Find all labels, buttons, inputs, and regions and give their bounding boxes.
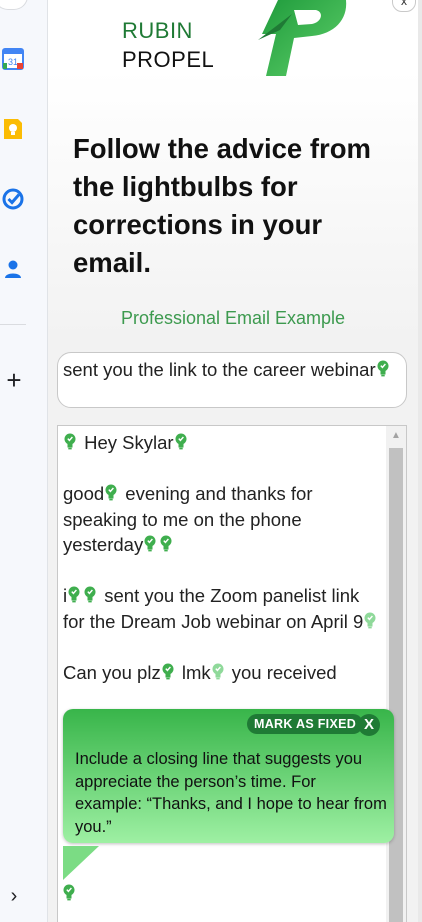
rail-divider <box>0 324 26 325</box>
closing-line-anchor <box>62 884 78 905</box>
body-scrollbar[interactable]: ▲ <box>386 426 406 922</box>
add-addon-icon[interactable]: + <box>2 366 26 394</box>
email-text-segment: i <box>63 585 68 606</box>
calendar-day-label: 31 <box>8 57 18 67</box>
subject-field[interactable]: sent you the link to the career webinar <box>57 352 407 408</box>
expand-panel-icon[interactable]: › <box>4 884 24 908</box>
close-tooltip-button[interactable]: X <box>358 714 380 736</box>
lightbulb-icon[interactable] <box>364 612 376 629</box>
scroll-thumb[interactable] <box>389 448 403 922</box>
lightbulb-icon[interactable] <box>63 884 75 901</box>
tasks-icon[interactable] <box>0 186 26 212</box>
email-text-segment: good <box>63 483 105 504</box>
email-text-segment: lmk <box>181 661 211 683</box>
suggestion-tooltip: MARK AS FIXED X Include a closing line t… <box>63 709 394 843</box>
lightbulb-icon[interactable] <box>160 535 172 552</box>
lightbulb-icon[interactable] <box>68 586 80 603</box>
side-rail: 31 + › <box>0 0 48 922</box>
subject-text: sent you the link to the career webinar <box>63 359 376 380</box>
tooltip-pointer <box>63 846 99 880</box>
lightbulb-icon[interactable] <box>84 586 96 603</box>
contacts-icon[interactable] <box>0 256 26 282</box>
rubin-propel-logo <box>258 0 347 76</box>
keep-icon[interactable] <box>0 116 26 142</box>
lightbulb-icon[interactable] <box>105 484 117 501</box>
lightbulb-icon[interactable] <box>175 433 187 450</box>
lightbulb-icon[interactable] <box>144 535 156 552</box>
email-text-segment: Can you plz <box>63 661 161 683</box>
brand-name-line1: RUBIN <box>122 18 193 43</box>
email-text-segment: sent you the Zoom panelist link for the … <box>63 585 364 632</box>
lightbulb-icon[interactable] <box>212 663 224 680</box>
lightbulb-icon[interactable] <box>377 360 389 377</box>
email-greeting: Hey Skylar <box>84 432 174 453</box>
brand-name-line2: PROPEL <box>122 47 215 72</box>
calendar-icon[interactable]: 31 <box>0 46 26 72</box>
page-headline: Follow the advice from the lightbulbs fo… <box>73 133 371 278</box>
mark-as-fixed-button[interactable]: MARK AS FIXED <box>247 714 364 734</box>
lightbulb-icon[interactable] <box>162 663 174 680</box>
panel-edge <box>418 0 422 922</box>
rail-avatar-edge[interactable] <box>0 0 28 10</box>
suggestion-text: Include a closing line that suggests you… <box>75 750 387 836</box>
email-body-text: Hey Skylar good evening and thanks for s… <box>63 430 383 711</box>
example-subtitle: Professional Email Example <box>120 308 346 328</box>
email-body-field[interactable]: Hey Skylar good evening and thanks for s… <box>57 425 407 922</box>
lightbulb-icon[interactable] <box>64 433 76 450</box>
scroll-up-arrow-icon[interactable]: ▲ <box>386 430 406 442</box>
email-text-segment: you received <box>231 661 337 683</box>
